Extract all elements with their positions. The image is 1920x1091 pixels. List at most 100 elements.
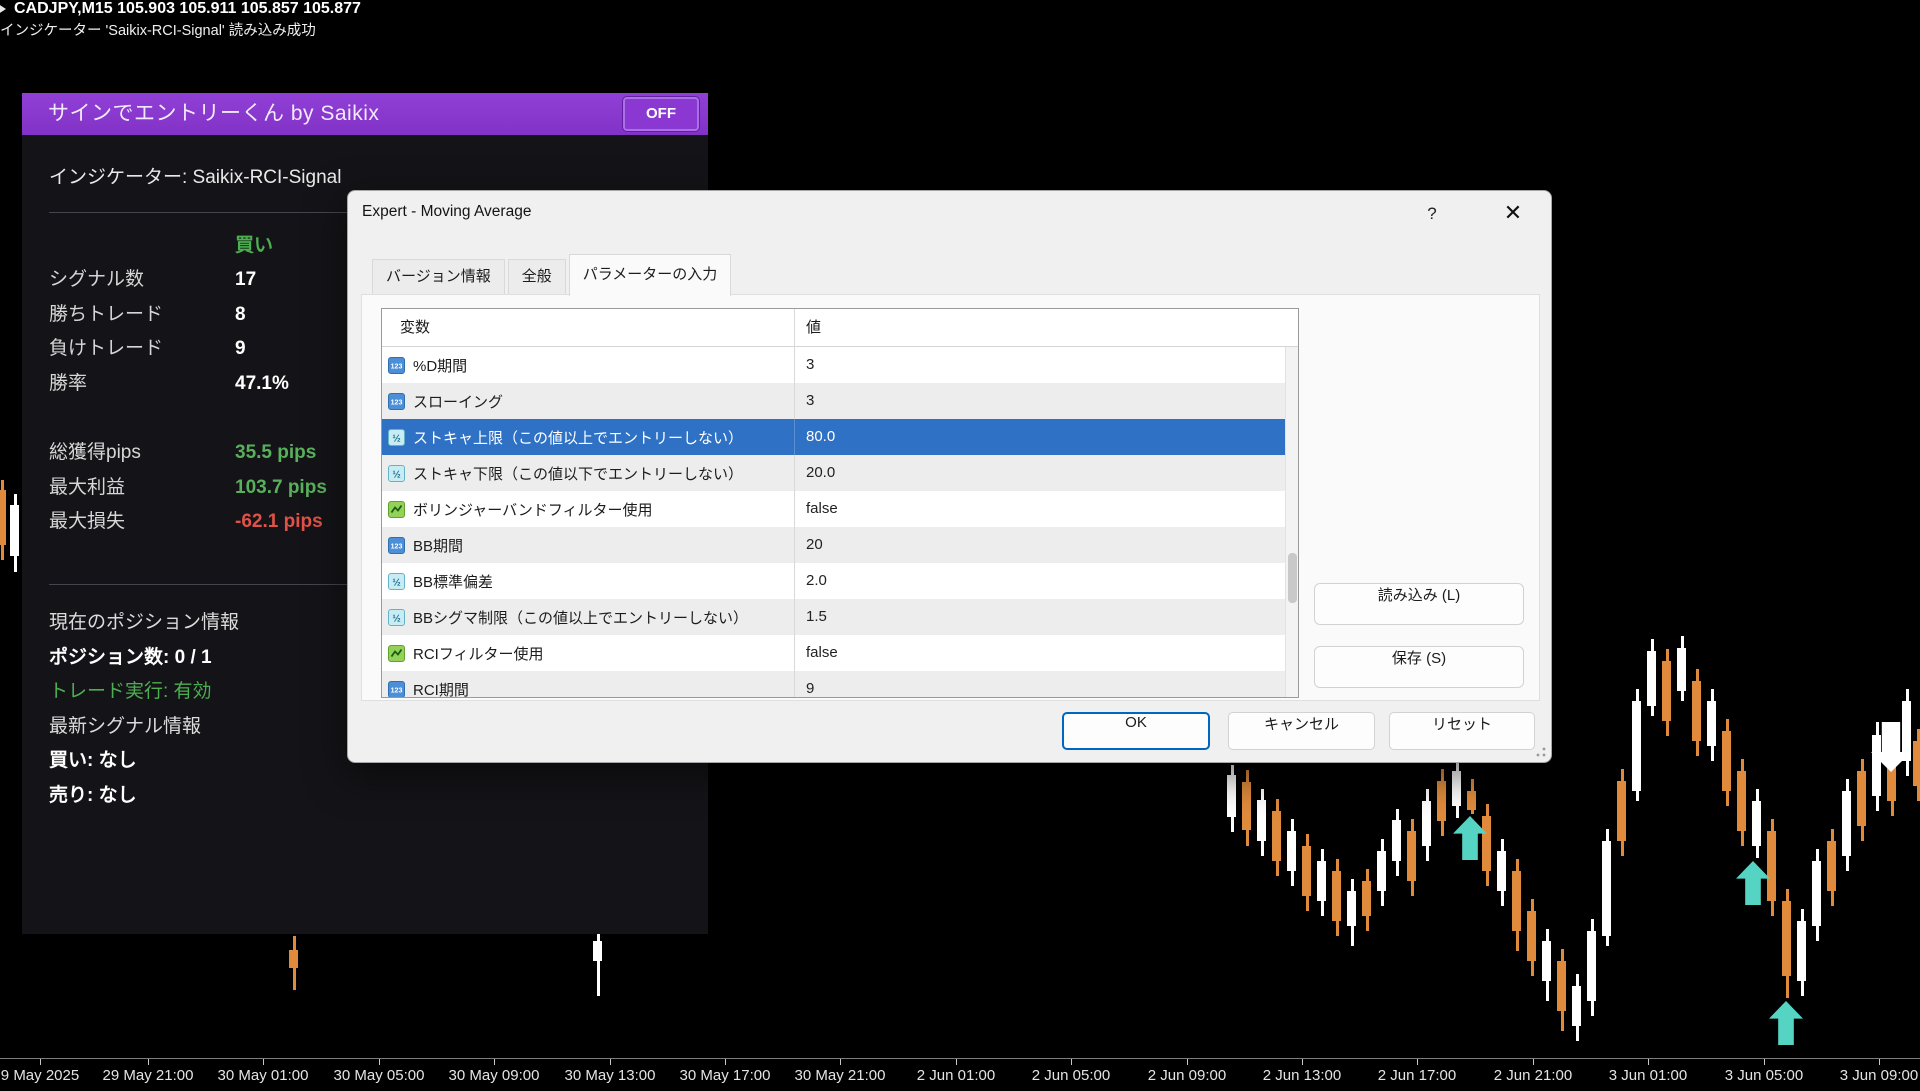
reset-button[interactable]: リセット [1389, 712, 1535, 750]
position-line-text: 最新シグナル情報 [49, 710, 201, 745]
panel-off-toggle-button[interactable]: OFF [623, 97, 699, 131]
parameter-value-cell[interactable]: 3 [794, 347, 1298, 383]
bool-type-icon [388, 501, 405, 518]
int-type-icon: 123 [388, 681, 405, 698]
svg-text:123: 123 [391, 363, 403, 370]
time-axis-tick [1187, 1059, 1188, 1065]
pips-label: 総獲得pips [49, 436, 141, 471]
dbl-type-icon: ½ [388, 573, 405, 590]
time-axis-tick [379, 1059, 380, 1065]
stat-value: 17 [235, 263, 256, 298]
cancel-button[interactable]: キャンセル [1228, 712, 1375, 750]
parameter-row[interactable]: ½ BB標準偏差 2.0 [382, 563, 1298, 599]
parameter-value-cell[interactable]: 80.0 [794, 419, 1298, 455]
panel-indicator-name: インジケーター: Saikix-RCI-Signal [49, 161, 341, 195]
stat-value: 8 [235, 298, 246, 333]
help-icon[interactable]: ? [1414, 199, 1450, 229]
tab-inputs[interactable]: パラメーターの入力 [569, 254, 732, 296]
time-axis-label: 2 Jun 13:00 [1263, 1067, 1341, 1084]
parameter-row[interactable]: ½BBシグマ制限（この値以上でエントリーしない）1.5 [382, 599, 1298, 635]
time-axis-tick [1648, 1059, 1649, 1065]
time-axis-tick [1071, 1059, 1072, 1065]
time-axis-label: 2 Jun 09:00 [1148, 1067, 1226, 1084]
dialog-resize-grip[interactable] [1536, 747, 1546, 757]
stat-label: 負けトレード [49, 332, 163, 367]
parameter-row[interactable]: ½ ストキャ上限（この値以上でエントリーしない） 80.0 [382, 419, 1298, 455]
time-axis-tick [263, 1059, 264, 1065]
parameter-row[interactable]: 123 %D期間 3 [382, 347, 1298, 383]
parameter-name-cell: 123 %D期間 [382, 347, 794, 383]
svg-text:½: ½ [392, 469, 400, 480]
column-header-variable: 変数 [382, 309, 794, 346]
parameter-label: ストキャ上限（この値以上でエントリーしない） [413, 427, 743, 448]
dbl-type-icon: ½ [388, 429, 405, 446]
time-axis-tick [148, 1059, 149, 1065]
parameter-name-cell: 123スローイング [382, 383, 794, 419]
parameter-row[interactable]: 123スローイング3 [382, 383, 1298, 419]
tab-common[interactable]: 全般 [508, 259, 566, 295]
parameter-value-cell[interactable]: 2.0 [794, 563, 1298, 599]
mt5-chart-window: 9 May 202529 May 21:0030 May 01:0030 May… [0, 0, 1920, 1091]
parameter-value-cell[interactable]: 20.0 [794, 455, 1298, 491]
time-axis-label: 30 May 05:00 [334, 1067, 425, 1084]
save-button[interactable]: 保存 (S) [1314, 646, 1524, 688]
svg-text:½: ½ [392, 433, 400, 444]
position-line-text: トレード実行: 有効 [49, 675, 212, 710]
parameter-row[interactable]: ボリンジャーバンドフィルター使用 false [382, 491, 1298, 527]
parameter-value-cell[interactable]: false [794, 635, 1298, 671]
time-axis-label: 2 Jun 17:00 [1378, 1067, 1456, 1084]
parameter-value-cell[interactable]: 1.5 [794, 599, 1298, 635]
time-axis-tick [1533, 1059, 1534, 1065]
close-icon[interactable]: ✕ [1492, 196, 1534, 230]
parameter-label: BB期間 [413, 535, 463, 556]
parameter-name-cell: ½ BB標準偏差 [382, 563, 794, 599]
parameter-row[interactable]: ½ ストキャ下限（この値以下でエントリーしない） 20.0 [382, 455, 1298, 491]
tab-version[interactable]: バージョン情報 [372, 259, 505, 295]
parameter-label: %D期間 [413, 355, 467, 376]
dialog-titlebar[interactable]: Expert - Moving Average ? ✕ [348, 191, 1551, 235]
ok-button[interactable]: OK [1062, 712, 1210, 750]
time-axis-label: 9 May 2025 [1, 1067, 79, 1084]
parameter-label: ボリンジャーバンドフィルター使用 [413, 499, 653, 520]
svg-text:½: ½ [392, 613, 400, 624]
parameter-row[interactable]: 123 BB期間 20 [382, 527, 1298, 563]
int-type-icon: 123 [388, 357, 405, 374]
parameter-value-cell[interactable]: 20 [794, 527, 1298, 563]
parameter-label: RCIフィルター使用 [413, 643, 544, 664]
parameter-name-cell: 123 BB期間 [382, 527, 794, 563]
parameter-row[interactable]: RCIフィルター使用 false [382, 635, 1298, 671]
signal-panel-header[interactable]: サインでエントリーくん by Saikix OFF [22, 93, 708, 135]
position-line: 売り: なし [22, 779, 708, 814]
table-scrollbar[interactable] [1285, 347, 1298, 697]
parameter-value-cell[interactable]: 3 [794, 383, 1298, 419]
int-type-icon: 123 [388, 537, 405, 554]
position-line-text: 現在のポジション情報 [49, 606, 239, 641]
pips-value: 103.7 pips [235, 471, 327, 506]
parameter-name-cell: ½ ストキャ下限（この値以下でエントリーしない） [382, 455, 794, 491]
parameter-label: ストキャ下限（この値以下でエントリーしない） [413, 463, 743, 484]
parameter-label: RCI期間 [413, 679, 469, 699]
pips-label: 最大利益 [49, 471, 125, 506]
parameter-name-cell: RCIフィルター使用 [382, 635, 794, 671]
position-line-text: 売り: なし [49, 779, 137, 814]
table-scrollbar-thumb[interactable] [1288, 553, 1297, 603]
time-axis-label: 30 May 01:00 [218, 1067, 309, 1084]
time-axis-tick [1417, 1059, 1418, 1065]
time-axis-tick [1764, 1059, 1765, 1065]
time-axis-tick [840, 1059, 841, 1065]
time-axis-tick [1879, 1059, 1880, 1065]
parameter-row[interactable]: 123 RCI期間 9 [382, 671, 1298, 698]
parameter-label: BB標準偏差 [413, 571, 493, 592]
load-button[interactable]: 読み込み (L) [1314, 583, 1524, 625]
time-axis-label: 3 Jun 01:00 [1609, 1067, 1687, 1084]
stat-label: シグナル数 [49, 263, 144, 298]
time-axis-label: 2 Jun 05:00 [1032, 1067, 1110, 1084]
dbl-type-icon: ½ [388, 609, 405, 626]
dialog-tabs: バージョン情報全般パラメーターの入力 [372, 252, 734, 295]
parameter-label: スローイング [413, 391, 503, 412]
parameter-value-cell[interactable]: 9 [794, 671, 1298, 698]
time-axis-label: 30 May 17:00 [680, 1067, 771, 1084]
parameter-value-cell[interactable]: false [794, 491, 1298, 527]
time-axis-label: 2 Jun 21:00 [1494, 1067, 1572, 1084]
stat-label: 勝率 [49, 367, 87, 402]
